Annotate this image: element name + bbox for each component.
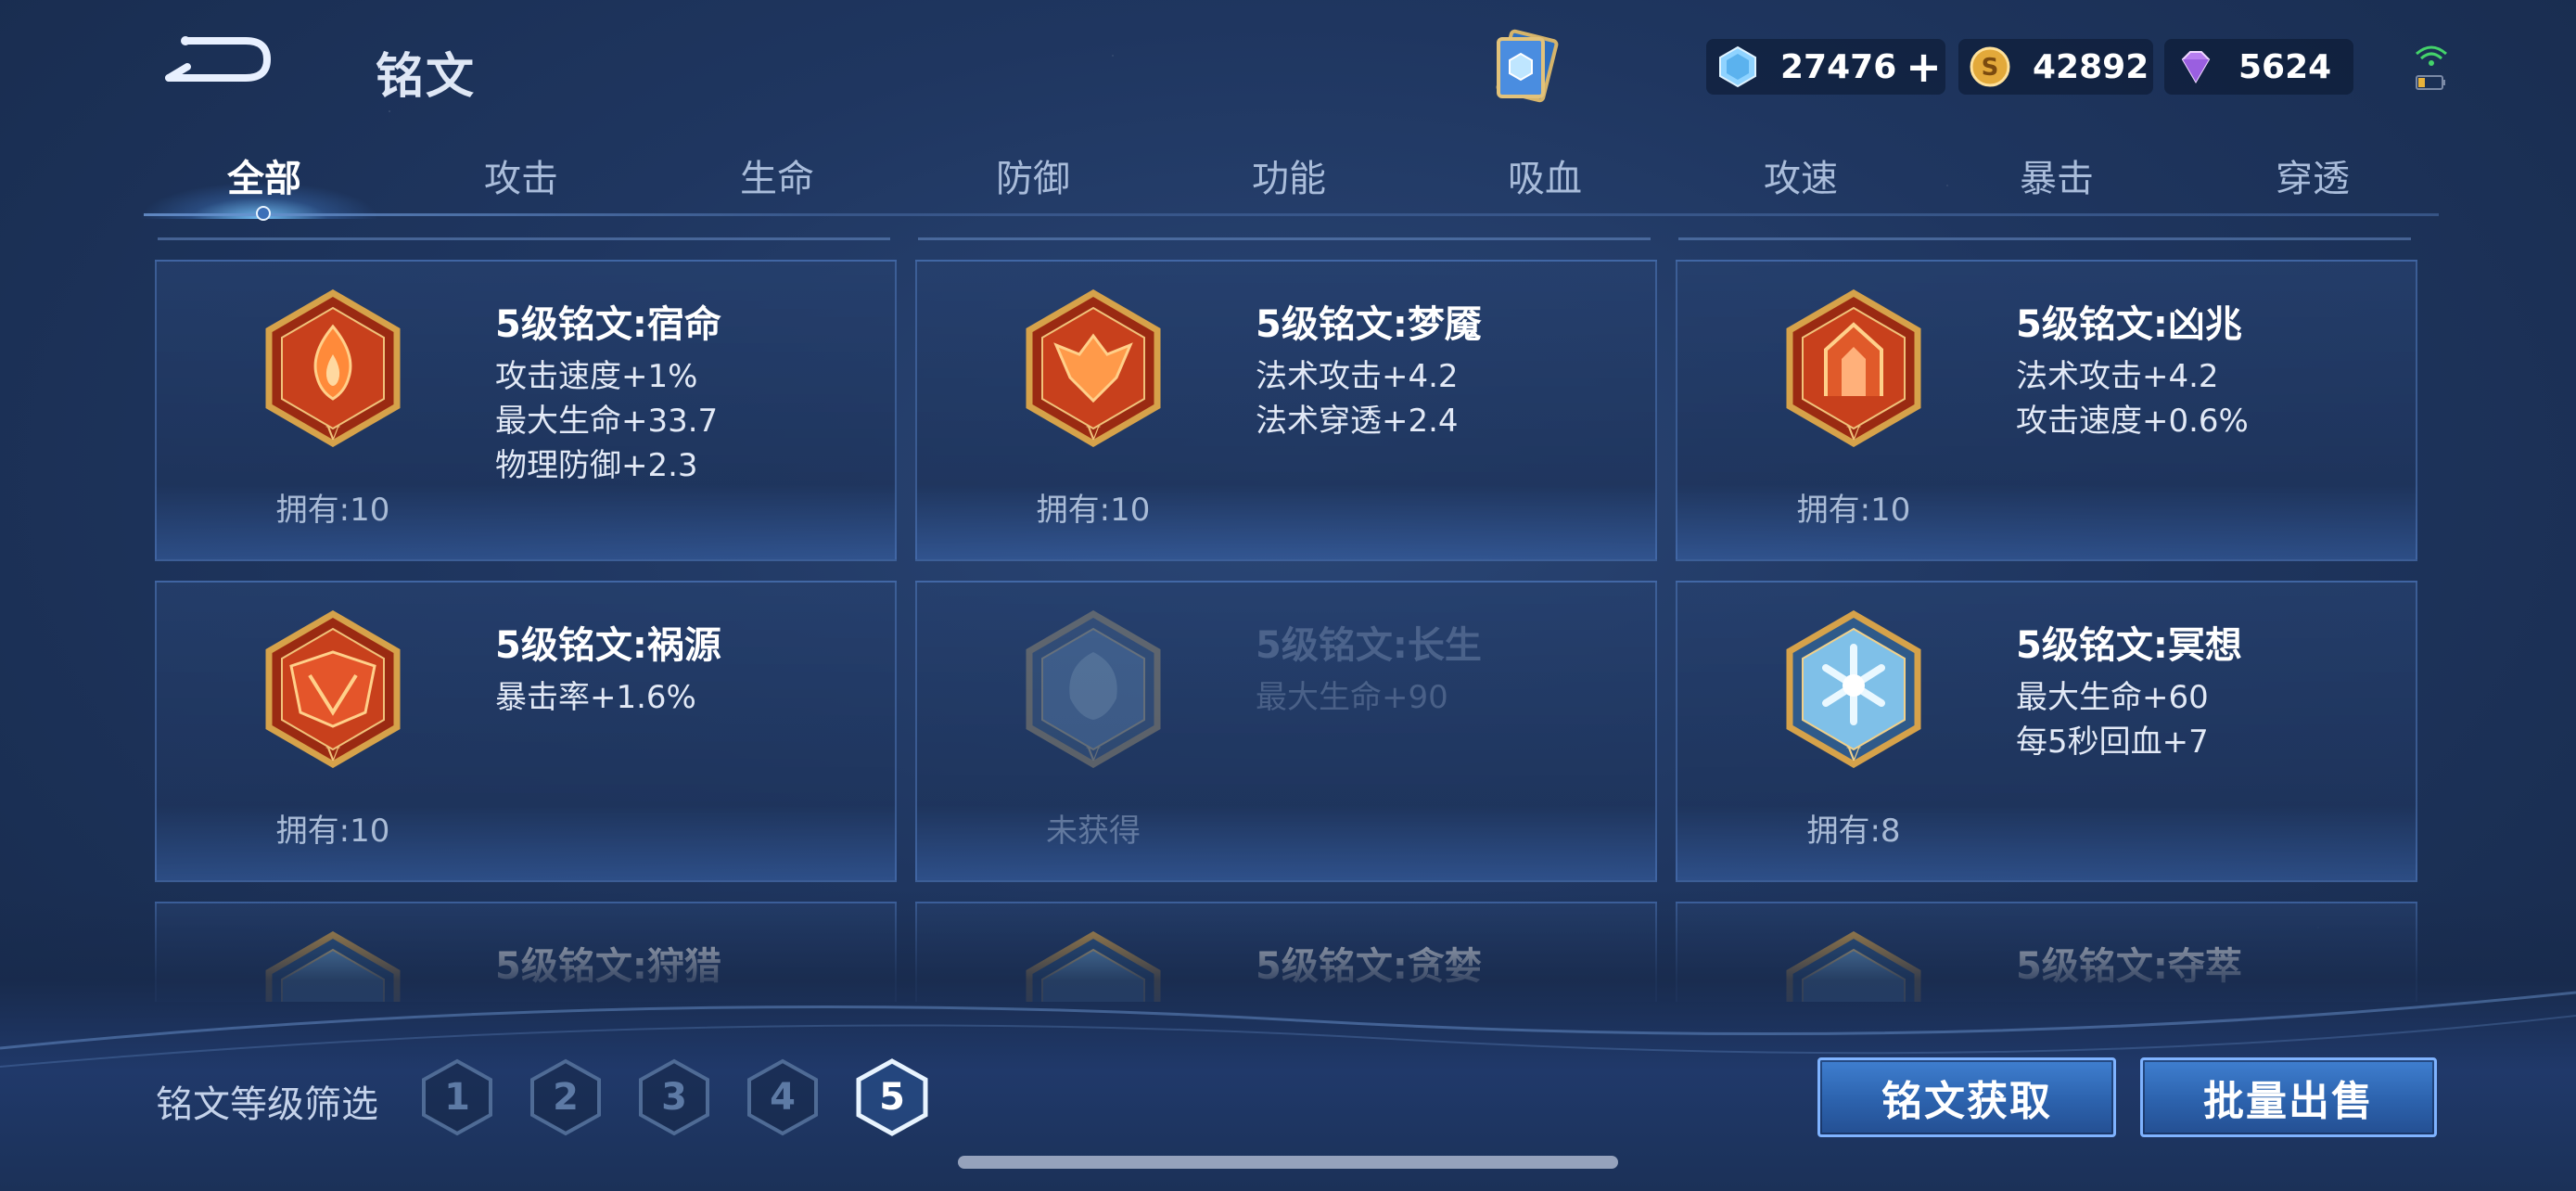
svg-text:V: V — [1846, 743, 1861, 765]
tabs-divider — [144, 213, 2439, 216]
rune-grid[interactable]: V 5级铭文:宿命 攻击速度+1% 最大生命+33.7 物理防御+2.3 拥有:… — [139, 232, 2448, 1002]
back-button[interactable] — [158, 28, 278, 93]
tab-attack-speed[interactable]: 攻速 — [1717, 148, 1884, 202]
add-crystal-icon[interactable]: + — [1906, 45, 1942, 88]
flame-rune-icon: V — [265, 289, 401, 447]
tab-lifesteal[interactable]: 吸血 — [1461, 148, 1628, 202]
rune-attr: 法术攻击+4.2 — [2016, 358, 2219, 395]
rune-attr: 最大生命+60 — [2016, 679, 2209, 716]
rune-card[interactable]: V 5级铭文:梦魇 法术攻击+4.2 法术穿透+2.4 拥有:10 — [915, 260, 1657, 561]
svg-text:V: V — [1846, 422, 1861, 444]
svg-text:S: S — [1982, 54, 1999, 82]
active-tab-indicator — [256, 206, 271, 221]
nightmare-rune-icon: V — [1026, 289, 1161, 447]
level-filter-4[interactable]: 4 — [746, 1057, 820, 1137]
rune-owned-count: 拥有:10 — [1036, 492, 1151, 529]
rune-attr: 每5秒回血+7 — [2016, 724, 2209, 761]
rune-name: 5级铭文:贪婪 — [1256, 945, 1482, 988]
rune-card[interactable]: V 5级铭文:凶兆 法术攻击+4.2 攻击速度+0.6% 拥有:10 — [1676, 260, 2417, 561]
rune-card[interactable]: 5级铭文:夺萃 — [1676, 902, 2417, 1002]
rune-card[interactable]: 5级铭文:狩猎 — [155, 902, 897, 1002]
category-tabs: 全部 攻击 生命 防御 功能 吸血 攻速 暴击 穿透 — [139, 139, 2439, 219]
back-arrow-icon — [165, 36, 272, 82]
crystal-counter[interactable]: 27476 + — [1706, 39, 1945, 95]
level-filter-2[interactable]: 2 — [529, 1057, 603, 1137]
rune-card[interactable]: V 5级铭文:宿命 攻击速度+1% 最大生命+33.7 物理防御+2.3 拥有:… — [155, 260, 897, 561]
level-number: 5 — [879, 1076, 905, 1119]
rune-card[interactable]: V 5级铭文:冥想 最大生命+60 每5秒回血+7 拥有:8 — [1676, 581, 2417, 882]
tab-critical[interactable]: 暴击 — [1973, 148, 2140, 202]
diamond-icon — [2181, 51, 2211, 83]
rune-card[interactable]: 5级铭文:贪婪 — [915, 902, 1657, 1002]
level-number: 1 — [444, 1076, 470, 1119]
tab-utility[interactable]: 功能 — [1205, 148, 1372, 202]
network-status-icon — [2411, 37, 2452, 96]
tab-attack[interactable]: 攻击 — [438, 148, 605, 202]
rune-name: 5级铭文:梦魇 — [1256, 303, 1482, 346]
tab-life[interactable]: 生命 — [694, 148, 861, 202]
omen-rune-icon: V — [1786, 289, 1921, 447]
gold-value: 42892 — [2033, 47, 2149, 86]
svg-text:V: V — [1086, 422, 1101, 444]
rune-attr: 最大生命+90 — [1256, 679, 1448, 716]
bulk-sell-button[interactable]: 批量出售 — [2140, 1057, 2437, 1137]
crystal-icon — [1719, 45, 1756, 88]
level-number: 4 — [770, 1076, 796, 1119]
rune-name: 5级铭文:冥想 — [2016, 624, 2242, 667]
rune-name: 5级铭文:宿命 — [495, 303, 721, 346]
tab-defense[interactable]: 防御 — [950, 148, 1116, 202]
rune-card[interactable]: V 5级铭文:祸源 暴击率+1.6% 拥有:10 — [155, 581, 897, 882]
calamity-rune-icon: V — [265, 610, 401, 768]
rune-attr: 暴击率+1.6% — [495, 679, 696, 716]
gold-counter: S 42892 — [1958, 39, 2153, 95]
rune-attr: 攻击速度+0.6% — [2016, 403, 2249, 440]
level-filter-5[interactable]: 5 — [855, 1057, 929, 1137]
rune-name: 5级铭文:夺萃 — [2016, 945, 2242, 988]
longevity-rune-icon: V — [1026, 610, 1161, 768]
level-number: 3 — [661, 1076, 687, 1119]
rune-name: 5级铭文:祸源 — [495, 624, 721, 667]
meditation-rune-icon: V — [1786, 610, 1921, 768]
hunt-rune-icon — [265, 931, 401, 1002]
rune-owned-count: 拥有:10 — [275, 813, 390, 850]
rune-obtain-button[interactable]: 铭文获取 — [1817, 1057, 2116, 1137]
level-filter-1[interactable]: 1 — [420, 1057, 494, 1137]
svg-text:V: V — [1086, 743, 1101, 765]
gold-coin-icon: S — [1970, 46, 2010, 87]
rune-owned-status: 未获得 — [1046, 813, 1141, 850]
rune-attr: 法术穿透+2.4 — [1256, 403, 1459, 440]
crystal-value: 27476 — [1780, 47, 1897, 86]
page-title: 铭文 — [376, 49, 477, 105]
rune-book-icon[interactable] — [1484, 28, 1573, 111]
rune-owned-count: 拥有:10 — [1796, 492, 1911, 529]
home-indicator[interactable] — [958, 1156, 1618, 1169]
rune-attr: 法术攻击+4.2 — [1256, 358, 1459, 395]
level-number: 2 — [553, 1076, 579, 1119]
tab-penetration[interactable]: 穿透 — [2229, 148, 2396, 202]
plunder-rune-icon — [1786, 931, 1921, 1002]
rune-card[interactable]: V 5级铭文:长生 最大生命+90 未获得 — [915, 581, 1657, 882]
level-filter-3[interactable]: 3 — [637, 1057, 711, 1137]
rune-name: 5级铭文:狩猎 — [495, 945, 721, 988]
rune-attr: 物理防御+2.3 — [495, 447, 698, 484]
level-filter-label: 铭文等级筛选 — [156, 1083, 378, 1126]
rune-owned-count: 拥有:8 — [1806, 813, 1901, 850]
rune-attr: 最大生命+33.7 — [495, 403, 719, 440]
greed-rune-icon — [1026, 931, 1161, 1002]
rune-owned-count: 拥有:10 — [275, 492, 390, 529]
rune-attr: 攻击速度+1% — [495, 358, 698, 395]
rune-name: 5级铭文:长生 — [1256, 624, 1482, 667]
rune-name: 5级铭文:凶兆 — [2016, 303, 2242, 346]
tab-all[interactable]: 全部 — [181, 148, 348, 202]
diamond-value: 5624 — [2238, 47, 2332, 86]
svg-text:V: V — [325, 422, 340, 444]
svg-text:V: V — [325, 743, 340, 765]
diamond-counter: 5624 — [2164, 39, 2353, 95]
